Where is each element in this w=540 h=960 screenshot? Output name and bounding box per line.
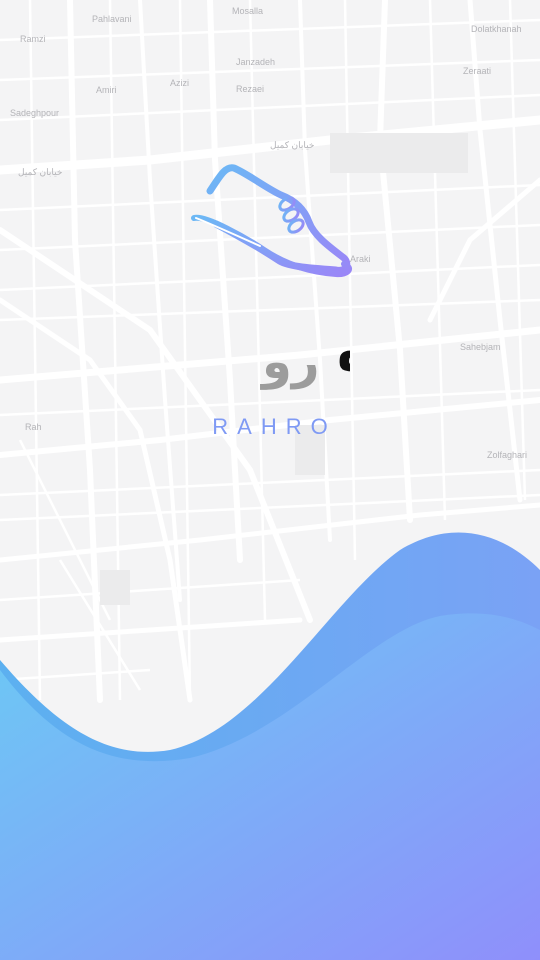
- street-label: خیابان کمیل: [270, 140, 314, 150]
- street-label: Sadeghpour: [10, 108, 59, 118]
- street-label: Mosalla: [232, 6, 263, 16]
- street-label: خیابان کمیل: [18, 167, 62, 177]
- street-label: Zeraati: [463, 66, 491, 76]
- bottom-wave: [0, 532, 540, 960]
- street-label: Rezaei: [236, 84, 264, 94]
- street-label: Pahlavani: [92, 14, 132, 24]
- street-label: Janzadeh: [236, 57, 275, 67]
- street-label: Rah: [25, 422, 42, 432]
- street-label: Dolatkhanah: [471, 24, 522, 34]
- street-label: Araki: [350, 254, 371, 264]
- street-label: Ramzi: [20, 34, 46, 44]
- street-label: Azizi: [170, 78, 189, 88]
- street-label: Zolfaghari: [487, 450, 527, 460]
- street-label: Sahebjam: [460, 342, 501, 352]
- street-label: Amiri: [96, 85, 117, 95]
